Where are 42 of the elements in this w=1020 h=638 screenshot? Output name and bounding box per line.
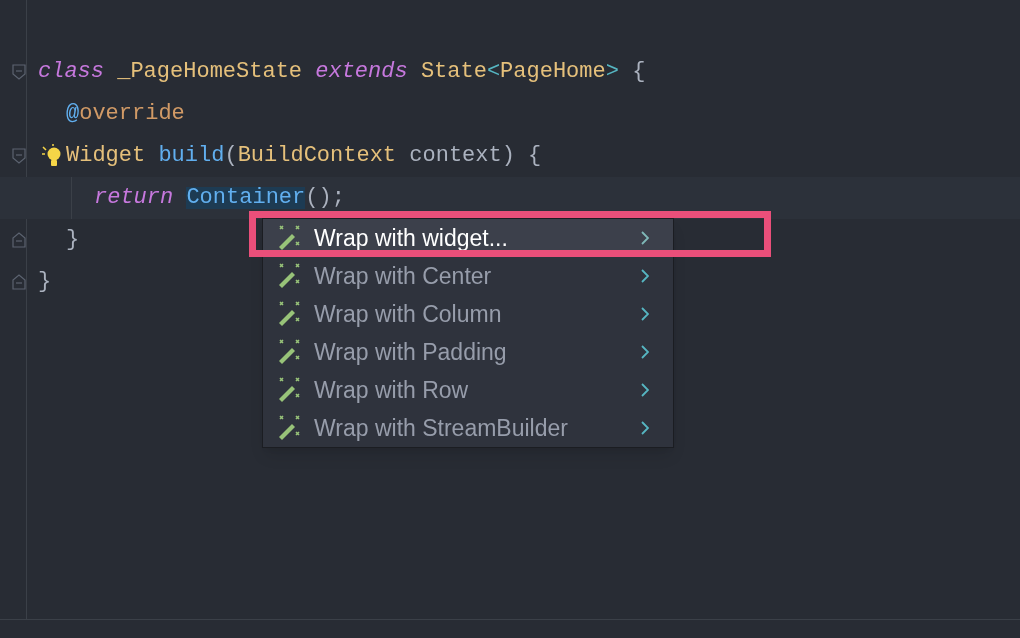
fold-icon[interactable] xyxy=(12,64,26,80)
magic-wand-icon xyxy=(278,263,300,289)
menu-item[interactable]: Wrap with Center xyxy=(263,257,673,295)
type-name: PageHome xyxy=(500,61,606,83)
function-name: build xyxy=(158,145,225,167)
chevron-right-icon xyxy=(641,269,649,283)
magic-wand-icon xyxy=(278,415,300,441)
type-name: BuildContext xyxy=(237,145,398,167)
chevron-right-icon xyxy=(641,307,649,321)
menu-item[interactable]: Wrap with Row xyxy=(263,371,673,409)
code-text: ( xyxy=(224,145,238,167)
magic-wand-icon xyxy=(278,225,300,251)
fold-icon[interactable] xyxy=(12,148,26,164)
lightbulb-icon[interactable] xyxy=(42,144,62,168)
type-name: _PageHomeState xyxy=(117,61,304,83)
chevron-right-icon xyxy=(641,231,649,245)
magic-wand-icon xyxy=(278,301,300,327)
angle-bracket: < xyxy=(486,61,501,83)
type-name: State xyxy=(420,61,487,83)
keyword-text: extends xyxy=(315,61,409,83)
menu-item[interactable]: Wrap with Column xyxy=(263,295,673,333)
chevron-right-icon xyxy=(641,421,649,435)
chevron-right-icon xyxy=(641,345,649,359)
magic-wand-icon xyxy=(278,377,300,403)
annotation-text: override xyxy=(79,103,185,125)
keyword-text: return xyxy=(94,187,175,209)
angle-bracket: > xyxy=(605,61,619,83)
code-text: (); xyxy=(305,187,345,209)
magic-wand-icon xyxy=(278,339,300,365)
type-name: Widget xyxy=(66,145,147,167)
menu-item[interactable]: Wrap with Padding xyxy=(263,333,673,371)
keyword-text: class xyxy=(38,61,105,83)
code-text: context) { xyxy=(409,145,542,167)
at-sign: @ xyxy=(66,103,80,125)
code-text: } xyxy=(66,229,80,251)
fold-icon[interactable] xyxy=(12,232,26,248)
code-text: } xyxy=(38,271,52,293)
fold-icon[interactable] xyxy=(12,274,26,290)
code-text: { xyxy=(631,61,646,83)
selected-text: Container xyxy=(186,187,306,209)
chevron-right-icon xyxy=(641,383,649,397)
menu-item[interactable]: Wrap with StreamBuilder xyxy=(263,409,673,447)
